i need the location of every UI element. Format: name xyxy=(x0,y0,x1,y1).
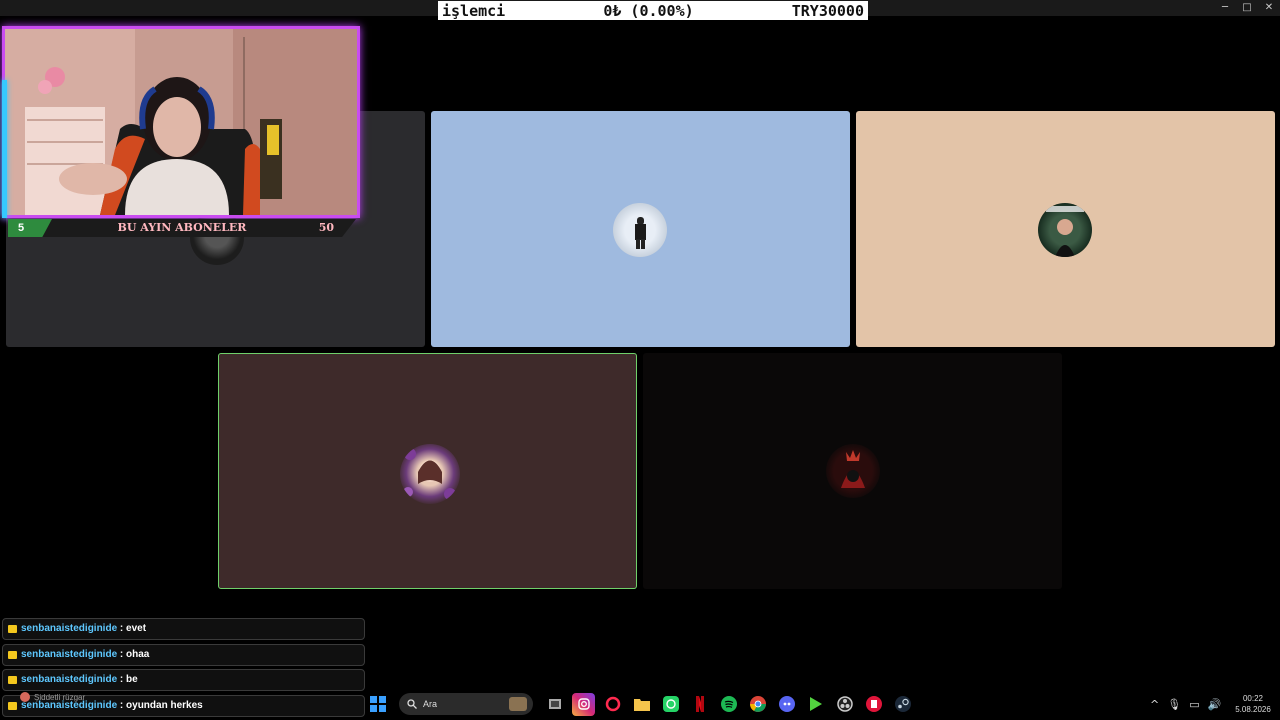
ticker-symbol: işlemci xyxy=(442,1,506,20)
volume-icon[interactable]: 🔊 xyxy=(1208,698,1222,711)
webcam-overlay xyxy=(2,26,360,218)
chat-text: : oyundan herkes xyxy=(117,700,203,711)
whatsapp-icon[interactable] xyxy=(659,693,682,716)
chat-text: : be xyxy=(117,674,138,685)
subscriber-badge-icon xyxy=(8,651,17,659)
tray-chevron-icon[interactable]: ^ xyxy=(1150,698,1159,711)
participant-tile-3[interactable] xyxy=(856,111,1275,347)
participant-tile-4-active[interactable] xyxy=(218,353,637,589)
chrome-icon[interactable] xyxy=(746,693,769,716)
streamer-webcam-feed xyxy=(5,29,357,215)
participant-avatar xyxy=(1038,203,1092,257)
subscriber-goal-title: BU AYIN ABONELER xyxy=(117,221,247,234)
chat-message: senbanaistediginide : ohaa xyxy=(2,644,365,666)
search-icon xyxy=(407,699,417,709)
chat-username: senbanaistediginide xyxy=(21,623,118,634)
webcam-glow-accent xyxy=(2,80,7,218)
steam-icon[interactable] xyxy=(891,693,914,716)
participant-tile-5[interactable] xyxy=(643,353,1062,589)
taskbar: Ara xyxy=(366,692,914,716)
weather-icon xyxy=(20,692,30,702)
chat-message: senbanaistediginide : be xyxy=(2,669,365,691)
search-placeholder: Ara xyxy=(423,699,438,709)
chat-username: senbanaistediginide xyxy=(21,674,118,685)
subscriber-badge-icon xyxy=(8,676,17,684)
taskbar-clock[interactable]: 00:22 5.08.2026 xyxy=(1228,693,1278,715)
netflix-icon[interactable] xyxy=(688,693,711,716)
participant-avatar xyxy=(826,444,880,498)
system-tray: ^ 🎙 ▭ 🔊 xyxy=(1150,694,1221,714)
instagram-icon[interactable] xyxy=(572,692,595,716)
chat-text: : evet xyxy=(117,623,147,634)
participant-avatar xyxy=(400,444,460,504)
ticker-change: 0₺ (0.00%) xyxy=(603,1,694,20)
subscriber-goal-bar: 5 BU AYIN ABONELER 50 xyxy=(8,219,356,237)
subscriber-badge-icon xyxy=(8,625,17,633)
window-controls: ─ □ ✕ xyxy=(1214,0,1280,16)
game-launcher-icon[interactable] xyxy=(804,693,827,716)
close-button[interactable]: ✕ xyxy=(1258,0,1280,16)
participant-tile-2[interactable] xyxy=(431,111,850,347)
clock-date: 5.08.2026 xyxy=(1235,705,1271,714)
file-explorer-icon[interactable] xyxy=(630,693,653,716)
spotify-icon[interactable] xyxy=(717,693,740,716)
ticker-target: TRY30000 xyxy=(791,1,864,20)
taskbar-search[interactable]: Ara xyxy=(399,693,533,715)
chat-message: senbanaistediginide : evet xyxy=(2,618,365,640)
subscriber-badge-icon xyxy=(8,702,17,710)
opera-gx-icon[interactable] xyxy=(601,693,624,716)
task-view-icon[interactable] xyxy=(543,693,566,716)
weather-widget[interactable]: Şiddetli rüzgar xyxy=(20,692,85,702)
start-icon[interactable] xyxy=(366,693,389,716)
participant-avatar xyxy=(613,203,667,257)
app-red-icon[interactable] xyxy=(862,693,885,716)
subscriber-goal-target: 50 xyxy=(318,221,334,234)
chat-username: senbanaistediginide xyxy=(21,649,118,660)
obs-icon[interactable] xyxy=(833,693,856,716)
maximize-button[interactable]: □ xyxy=(1236,0,1258,16)
minimize-button[interactable]: ─ xyxy=(1214,0,1236,16)
display-icon[interactable]: ▭ xyxy=(1189,698,1199,711)
search-highlight-icon xyxy=(509,697,527,711)
clock-time: 00:22 xyxy=(1242,694,1264,703)
chat-text: : ohaa xyxy=(117,649,150,660)
weather-label: Şiddetli rüzgar xyxy=(34,692,86,702)
microphone-icon[interactable]: 🎙 xyxy=(1167,698,1181,711)
discord-icon[interactable] xyxy=(775,693,798,716)
stock-ticker: işlemci 0₺ (0.00%) TRY30000 xyxy=(438,1,868,20)
